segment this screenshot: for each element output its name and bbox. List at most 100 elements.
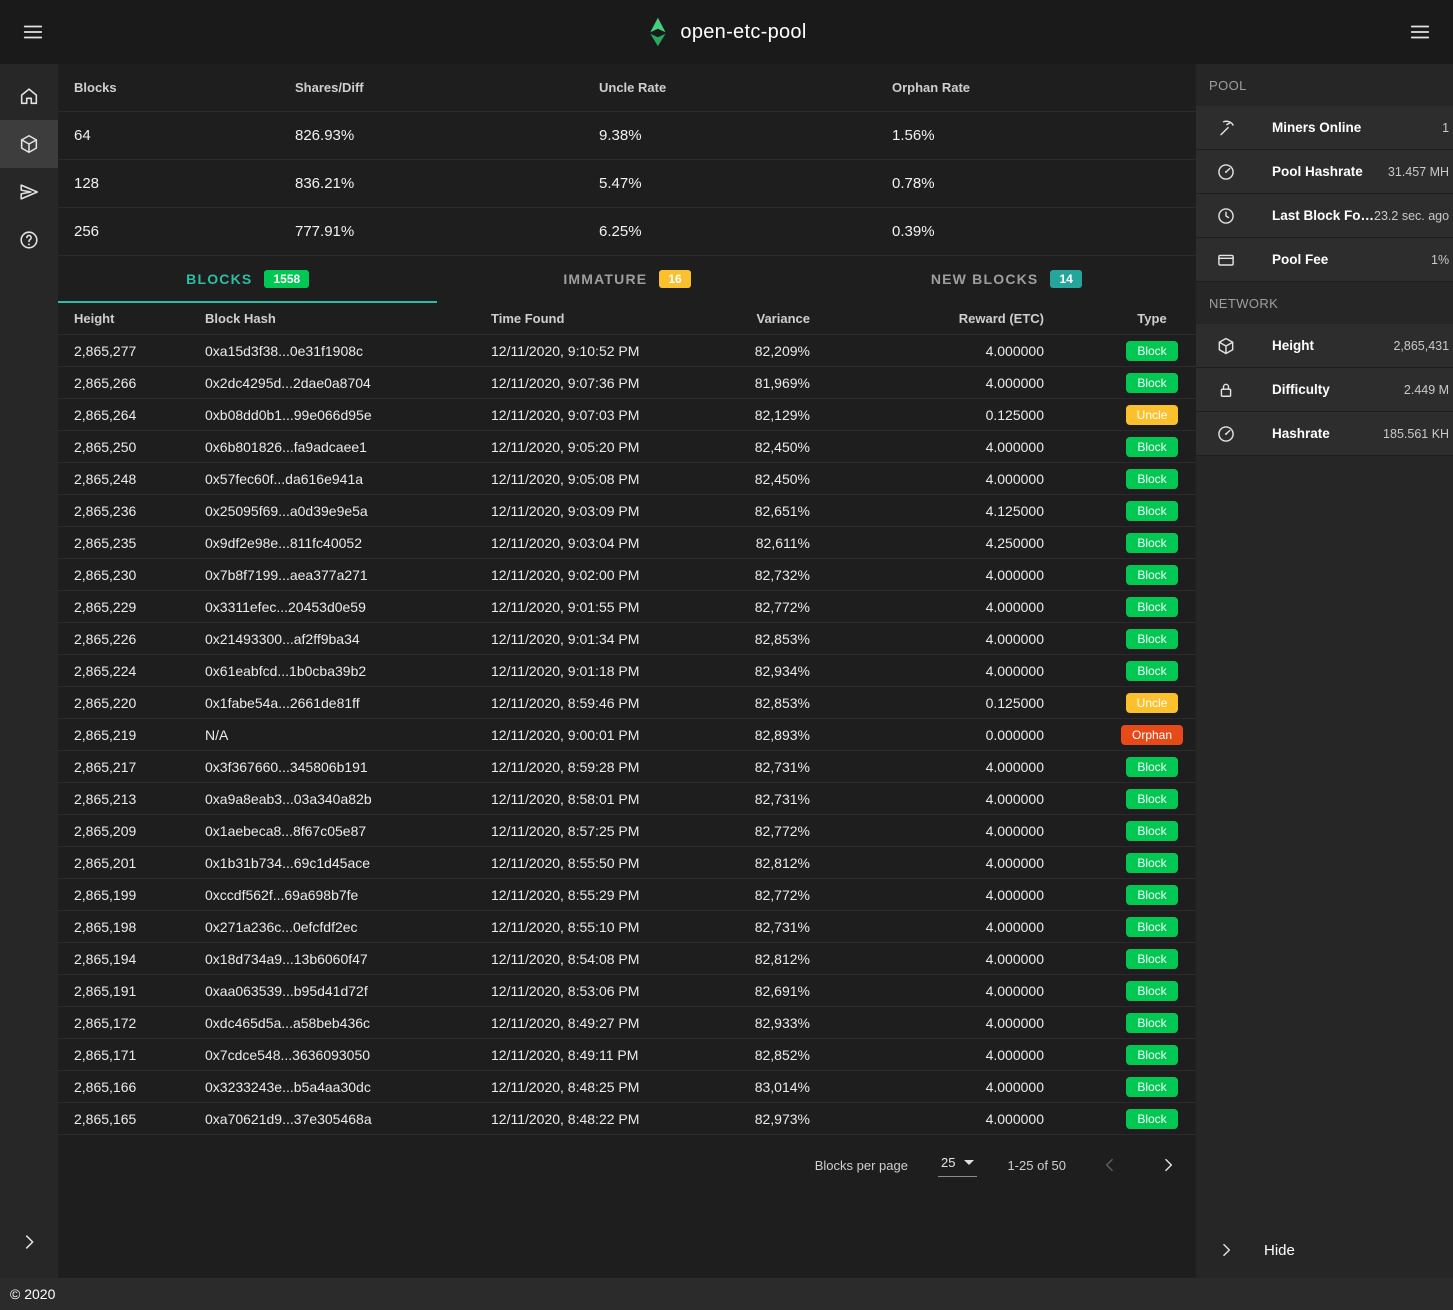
- prev-page-button[interactable]: [1096, 1151, 1124, 1179]
- cell-block-hash: 0x3311efec...20453d0e59: [205, 599, 491, 615]
- cell-time-found: 12/11/2020, 9:05:08 PM: [491, 471, 691, 487]
- network-hashrate-row: Hashrate 185.561 KH: [1196, 412, 1453, 456]
- type-chip: Block: [1126, 469, 1177, 489]
- footer: © 2020: [0, 1278, 1453, 1310]
- cell-variance: 82,852%: [691, 1047, 810, 1063]
- home-icon: [18, 85, 40, 107]
- cell-reward: 4.000000: [810, 1047, 1108, 1063]
- cell-reward: 4.000000: [810, 887, 1108, 903]
- table-row: 2,865,248 0x57fec60f...da616e941a 12/11/…: [58, 463, 1196, 495]
- cell-reward: 4.000000: [810, 599, 1108, 615]
- header-reward: Reward (ETC): [810, 311, 1108, 326]
- type-chip: Block: [1126, 853, 1177, 873]
- cell-type: Block: [1108, 917, 1196, 937]
- stat-shares: 826.93%: [295, 127, 599, 144]
- next-page-button[interactable]: [1154, 1151, 1182, 1179]
- stat-orphan: 0.39%: [892, 223, 1196, 240]
- type-chip: Block: [1126, 437, 1177, 457]
- cell-height: 2,865,172: [58, 1015, 205, 1031]
- nav-help[interactable]: [0, 216, 58, 264]
- table-row: 2,865,191 0xaa063539...b95d41d72f 12/11/…: [58, 975, 1196, 1007]
- tab-new-blocks[interactable]: NEW BLOCKS 14: [817, 256, 1196, 303]
- stat-blocks: 256: [74, 223, 295, 240]
- table-row: 2,865,230 0x7b8f7199...aea377a271 12/11/…: [58, 559, 1196, 591]
- left-nav: [0, 64, 58, 1278]
- tab-immature[interactable]: IMMATURE 16: [437, 256, 816, 303]
- cell-reward: 4.000000: [810, 567, 1108, 583]
- last-block-found-row: Last Block Fo… 23.2 sec. ago: [1196, 194, 1453, 238]
- nav-payments[interactable]: [0, 168, 58, 216]
- table-row: 2,865,235 0x9df2e98e...811fc40052 12/11/…: [58, 527, 1196, 559]
- cell-block-hash: 0x61eabfcd...1b0cba39b2: [205, 663, 491, 679]
- pool-item-label: Miners Online: [1272, 120, 1361, 135]
- tab-new-blocks-badge: 14: [1050, 270, 1081, 288]
- pool-item-value: 1: [1442, 121, 1449, 135]
- cell-reward: 4.125000: [810, 503, 1108, 519]
- cell-variance: 82,772%: [691, 823, 810, 839]
- expand-chevron-icon: [18, 1231, 40, 1253]
- cell-time-found: 12/11/2020, 9:00:01 PM: [491, 727, 691, 743]
- nav-expand-button[interactable]: [0, 1218, 58, 1266]
- table-row: 2,865,264 0xb08dd0b1...99e066d95e 12/11/…: [58, 399, 1196, 431]
- cell-type: Block: [1108, 1045, 1196, 1065]
- next-page-icon: [1158, 1155, 1178, 1175]
- cell-type: Block: [1108, 597, 1196, 617]
- prev-page-icon: [1100, 1155, 1120, 1175]
- network-difficulty-row: Difficulty 2.449 M: [1196, 368, 1453, 412]
- lock-icon: [1214, 380, 1238, 400]
- cell-type: Block: [1108, 533, 1196, 553]
- cell-reward: 0.125000: [810, 695, 1108, 711]
- cell-block-hash: 0x57fec60f...da616e941a: [205, 471, 491, 487]
- hide-panel-button[interactable]: Hide: [1196, 1222, 1453, 1278]
- network-item-value: 2,865,431: [1393, 339, 1449, 353]
- cell-time-found: 12/11/2020, 9:07:36 PM: [491, 375, 691, 391]
- per-page-select[interactable]: 25: [938, 1153, 977, 1177]
- table-row: 2,865,166 0x3233243e...b5a4aa30dc 12/11/…: [58, 1071, 1196, 1103]
- network-item-label: Difficulty: [1272, 382, 1330, 397]
- cell-time-found: 12/11/2020, 9:07:03 PM: [491, 407, 691, 423]
- luck-stats-row: 64 826.93% 9.38% 1.56%: [58, 112, 1196, 160]
- cell-block-hash: 0xccdf562f...69a698b7fe: [205, 887, 491, 903]
- cell-height: 2,865,171: [58, 1047, 205, 1063]
- type-chip: Block: [1126, 917, 1177, 937]
- nav-home[interactable]: [0, 72, 58, 120]
- cell-height: 2,865,266: [58, 375, 205, 391]
- stats-side-panel: POOL Miners Online 1 Pool Hashrate 31.45…: [1196, 64, 1453, 1278]
- cell-reward: 4.000000: [810, 1079, 1108, 1095]
- cell-block-hash: 0x21493300...af2ff9ba34: [205, 631, 491, 647]
- cell-time-found: 12/11/2020, 8:55:10 PM: [491, 919, 691, 935]
- cell-height: 2,865,194: [58, 951, 205, 967]
- pool-item-value: 31.457 MH: [1388, 165, 1449, 179]
- cell-height: 2,865,250: [58, 439, 205, 455]
- cell-time-found: 12/11/2020, 9:01:18 PM: [491, 663, 691, 679]
- pickaxe-icon: [1214, 118, 1238, 138]
- cell-variance: 82,731%: [691, 919, 810, 935]
- header-height: Height: [58, 311, 205, 326]
- stat-uncle: 6.25%: [599, 223, 892, 240]
- cell-variance: 82,853%: [691, 695, 810, 711]
- tab-blocks[interactable]: BLOCKS 1558: [58, 256, 437, 303]
- cell-time-found: 12/11/2020, 8:48:22 PM: [491, 1111, 691, 1127]
- cell-time-found: 12/11/2020, 8:55:29 PM: [491, 887, 691, 903]
- right-menu-icon[interactable]: [1403, 15, 1437, 49]
- tab-blocks-badge: 1558: [264, 270, 309, 288]
- cube-icon: [1214, 336, 1238, 356]
- menu-icon[interactable]: [16, 15, 50, 49]
- cell-time-found: 12/11/2020, 8:58:01 PM: [491, 791, 691, 807]
- cell-variance: 82,934%: [691, 663, 810, 679]
- cell-variance: 82,691%: [691, 983, 810, 999]
- cell-reward: 4.000000: [810, 983, 1108, 999]
- cell-height: 2,865,201: [58, 855, 205, 871]
- cell-time-found: 12/11/2020, 8:59:28 PM: [491, 759, 691, 775]
- cell-height: 2,865,213: [58, 791, 205, 807]
- table-row: 2,865,220 0x1fabe54a...2661de81ff 12/11/…: [58, 687, 1196, 719]
- cell-height: 2,865,236: [58, 503, 205, 519]
- nav-blocks[interactable]: [0, 120, 58, 168]
- cell-type: Block: [1108, 565, 1196, 585]
- app-root: open-etc-pool: [0, 0, 1453, 1310]
- type-chip: Block: [1126, 597, 1177, 617]
- stat-uncle: 5.47%: [599, 175, 892, 192]
- cell-type: Block: [1108, 437, 1196, 457]
- cell-type: Block: [1108, 757, 1196, 777]
- cell-variance: 81,969%: [691, 375, 810, 391]
